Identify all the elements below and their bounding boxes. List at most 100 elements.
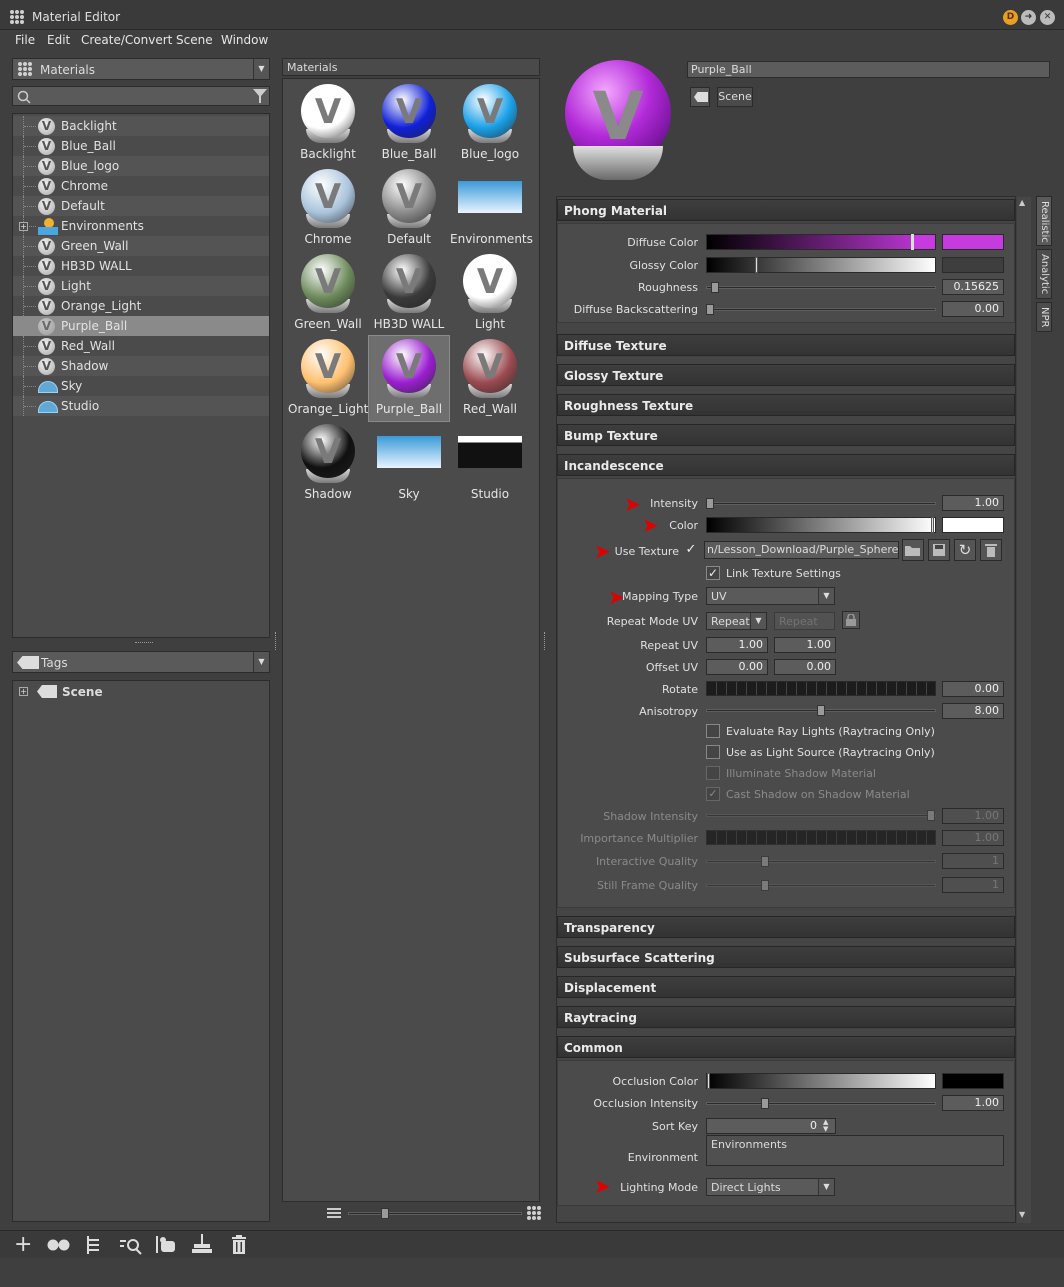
expand-icon[interactable]: + — [19, 687, 28, 696]
tree-item-chrome[interactable]: V Chrome — [13, 176, 269, 196]
glossy-color-ramp[interactable] — [706, 257, 936, 273]
use-texture-checkbox[interactable]: ✓ — [684, 543, 698, 558]
tree-item-blue-ball[interactable]: V Blue_Ball — [13, 136, 269, 156]
menu-scene[interactable]: Scene — [176, 33, 213, 47]
tree-item-orange-light[interactable]: V Orange_Light — [13, 296, 269, 316]
material-thumb-shadow[interactable]: V Shadow — [288, 421, 368, 506]
scroll-down-icon[interactable]: ▼ — [1019, 1210, 1025, 1219]
repeat-u-value[interactable]: 1.00 — [706, 637, 768, 653]
diffuse-backscattering-value[interactable]: 0.00 — [942, 301, 1004, 317]
lock-icon[interactable] — [842, 611, 860, 629]
app-menu-icon[interactable] — [10, 10, 24, 24]
rotate-value[interactable]: 0.00 — [942, 681, 1004, 697]
tag-scene[interactable]: Scene — [62, 685, 103, 699]
mapping-type-select[interactable]: UV ▼ — [706, 587, 835, 605]
link-texture-checkbox[interactable]: ✓ — [706, 566, 720, 580]
material-thumb-chrome[interactable]: V Chrome — [288, 166, 368, 251]
find-icon[interactable] — [120, 1237, 142, 1255]
delete-icon[interactable] — [231, 1235, 247, 1255]
grid-view-icon[interactable] — [527, 1206, 541, 1220]
tab-realistic[interactable]: Realistic — [1036, 196, 1052, 246]
roughness-slider[interactable] — [706, 282, 936, 293]
filter-icon[interactable] — [253, 89, 267, 104]
tree-item-purple-ball[interactable]: V Purple_Ball — [13, 316, 269, 336]
material-thumb-red-wall[interactable]: V Red_Wall — [450, 336, 530, 421]
intensity-value[interactable]: 1.00 — [942, 495, 1004, 511]
glossy-color-swatch[interactable] — [942, 257, 1004, 273]
splitter-handle[interactable] — [135, 642, 153, 645]
tag-icon[interactable] — [690, 87, 710, 107]
tree-item-hb3d-wall[interactable]: V HB3D WALL — [13, 256, 269, 276]
lighting-mode-select[interactable]: Direct Lights ▼ — [706, 1178, 835, 1196]
search-input[interactable] — [12, 86, 270, 106]
menu-create-convert[interactable]: Create/Convert — [81, 33, 172, 47]
group-icon[interactable] — [86, 1235, 102, 1255]
evaluate-ray-lights-checkbox[interactable] — [706, 724, 720, 738]
material-thumb-green-wall[interactable]: V Green_Wall — [288, 251, 368, 336]
materials-view-combo[interactable]: Materials ▼ — [12, 58, 270, 80]
close-icon[interactable]: ✕ — [1040, 10, 1055, 25]
material-thumb-blue-logo[interactable]: V Blue_logo — [450, 81, 530, 166]
rotate-dial[interactable] — [706, 681, 936, 696]
tree-item-studio[interactable]: Studio — [13, 396, 269, 416]
occlusion-intensity-slider[interactable] — [706, 1098, 936, 1109]
diffuse-color-swatch[interactable] — [942, 234, 1004, 250]
section-bump-texture[interactable]: Bump Texture — [557, 424, 1015, 446]
texture-path-field[interactable]: n/Lesson_Download/Purple_Sphere.png — [704, 541, 899, 559]
offset-u-value[interactable]: 0.00 — [706, 659, 768, 675]
anisotropy-slider[interactable] — [706, 705, 936, 716]
cleanup-icon[interactable] — [191, 1234, 213, 1254]
tree-item-default[interactable]: V Default — [13, 196, 269, 216]
roughness-value[interactable]: 0.15625 — [942, 279, 1004, 295]
occlusion-color-swatch[interactable] — [942, 1073, 1004, 1089]
menu-window[interactable]: Window — [221, 33, 268, 47]
tree-item-red-wall[interactable]: V Red_Wall — [13, 336, 269, 356]
tree-item-backlight[interactable]: V Backlight — [13, 116, 269, 136]
scroll-up-icon[interactable]: ▲ — [1019, 198, 1025, 207]
section-subsurface-scattering[interactable]: Subsurface Scattering — [557, 946, 1015, 968]
float-icon[interactable]: ➜ — [1021, 10, 1036, 25]
offset-v-value[interactable]: 0.00 — [774, 659, 836, 675]
save-icon[interactable] — [928, 539, 950, 561]
add-icon[interactable]: + — [14, 1234, 32, 1256]
use-as-light-source-checkbox[interactable] — [706, 745, 720, 759]
tree-item-environments[interactable]: + Environments — [13, 216, 269, 236]
tree-item-sky[interactable]: Sky — [13, 376, 269, 396]
section-roughness-texture[interactable]: Roughness Texture — [557, 394, 1015, 416]
section-diffuse-texture[interactable]: Diffuse Texture — [557, 334, 1015, 356]
environment-list[interactable]: Environments — [706, 1135, 1004, 1166]
material-name-field[interactable]: Purple_Ball — [687, 61, 1050, 78]
material-thumb-purple-ball[interactable]: V Purple_Ball — [368, 335, 450, 422]
section-phong-material[interactable]: Phong Material — [557, 199, 1015, 221]
diffuse-color-ramp[interactable] — [706, 234, 936, 250]
trash-icon[interactable] — [980, 539, 1002, 561]
scene-tag-chip[interactable]: Scene — [717, 87, 753, 107]
tags-view-combo[interactable]: Tags ▼ — [12, 651, 270, 673]
expand-icon[interactable]: + — [19, 222, 28, 231]
tab-npr[interactable]: NPR — [1036, 302, 1052, 332]
material-thumb-studio[interactable]: Studio — [450, 421, 530, 506]
sort-key-spinbox[interactable]: 0 — [706, 1118, 836, 1134]
folder-open-icon[interactable] — [902, 539, 924, 561]
duplicate-icon[interactable] — [47, 1238, 71, 1252]
material-thumb-hb3d-wall[interactable]: V HB3D WALL — [369, 251, 449, 336]
section-raytracing[interactable]: Raytracing — [557, 1006, 1015, 1028]
section-transparency[interactable]: Transparency — [557, 916, 1015, 938]
menu-edit[interactable]: Edit — [47, 33, 70, 47]
occlusion-color-ramp[interactable] — [706, 1073, 936, 1089]
section-glossy-texture[interactable]: Glossy Texture — [557, 364, 1015, 386]
list-view-icon[interactable] — [327, 1207, 341, 1219]
repeat-v-value[interactable]: 1.00 — [774, 637, 836, 653]
tree-item-blue-logo[interactable]: V Blue_logo — [13, 156, 269, 176]
tree-item-light[interactable]: V Light — [13, 276, 269, 296]
material-thumb-sky[interactable]: Sky — [369, 421, 449, 506]
intensity-slider[interactable] — [706, 498, 936, 509]
material-thumb-blue-ball[interactable]: V Blue_Ball — [369, 81, 449, 166]
menu-file[interactable]: File — [15, 33, 35, 47]
select-nodes-icon[interactable] — [156, 1236, 178, 1254]
incandescence-color-swatch[interactable] — [942, 517, 1004, 533]
tree-item-green-wall[interactable]: V Green_Wall — [13, 236, 269, 256]
splitter-handle[interactable] — [275, 632, 278, 650]
anisotropy-value[interactable]: 8.00 — [942, 703, 1004, 719]
repeat-mode-u-select[interactable]: Repeat ▼ — [706, 612, 767, 630]
